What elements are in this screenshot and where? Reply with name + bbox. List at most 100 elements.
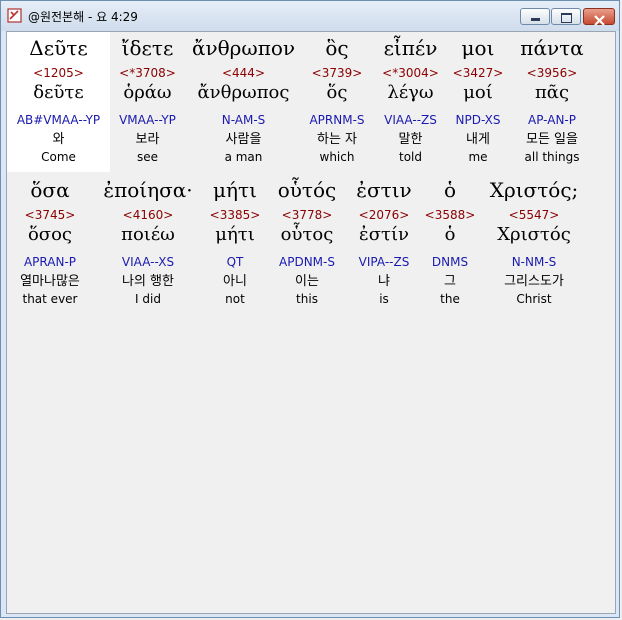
strong-number: <5547> bbox=[508, 208, 560, 222]
lemma: ὁράω bbox=[123, 82, 172, 103]
lemma: ἐστίν bbox=[359, 224, 409, 245]
parsing-code: N-NM-S bbox=[511, 255, 557, 269]
parsing-code: AP-AN-P bbox=[528, 113, 576, 127]
word-cell[interactable]: οὗτός <3778> οὗτος APDNM-S 이는 this bbox=[267, 174, 347, 314]
english-gloss: Come bbox=[41, 150, 76, 164]
greek-word: Χριστός; bbox=[489, 178, 579, 202]
strong-number: <3588> bbox=[424, 208, 476, 222]
word-cell[interactable]: μοι <3427> μοί NPD-XS 내게 me bbox=[449, 32, 507, 172]
korean-gloss: 내게 bbox=[466, 132, 490, 147]
lemma: ὅσος bbox=[27, 224, 73, 245]
english-gloss: I did bbox=[135, 292, 161, 306]
lemma: ποιέω bbox=[121, 224, 175, 245]
english-gloss: see bbox=[136, 150, 159, 164]
english-gloss: a man bbox=[224, 150, 263, 164]
korean-gloss: 열마나많은 bbox=[20, 274, 80, 289]
greek-word: ἴδετε bbox=[121, 36, 174, 60]
word-cell[interactable]: ὃς <3739> ὅς APRNM-S 하는 자 which bbox=[302, 32, 372, 172]
english-gloss: not bbox=[225, 292, 245, 306]
lemma: δεῦτε bbox=[33, 82, 84, 103]
word-cell[interactable]: πάντα <3956> πᾶς AP-AN-P 모든 일을 all thing… bbox=[507, 32, 597, 172]
greek-word: ἐστιν bbox=[356, 178, 412, 202]
english-gloss: Christ bbox=[516, 292, 552, 306]
lemma: ὁ bbox=[444, 224, 456, 245]
word-cell[interactable]: ἐστιν <2076> ἐστίν VIPA--ZS 냐 is bbox=[347, 174, 421, 314]
greek-word: πάντα bbox=[520, 36, 584, 60]
english-gloss: that ever bbox=[22, 292, 78, 306]
word-cell[interactable]: ἐποίησα· <4160> ποιέω VIAA--XS 나의 행한 I d… bbox=[93, 174, 203, 314]
lemma: πᾶς bbox=[534, 82, 570, 103]
word-cell[interactable]: ἴδετε <*3708> ὁράω VMAA--YP 보라 see bbox=[110, 32, 185, 172]
parsing-code: APDNM-S bbox=[279, 255, 335, 269]
english-gloss: is bbox=[379, 292, 389, 306]
word-cell[interactable]: Δεῦτε <1205> δεῦτε AB#VMAA--YP 와 Come bbox=[7, 32, 110, 172]
parsing-code: QT bbox=[226, 255, 244, 269]
word-cell[interactable]: ἄνθρωπον <444> ἄνθρωπος N-AM-S 사람을 a man bbox=[185, 32, 302, 172]
korean-gloss: 모든 일을 bbox=[526, 132, 578, 147]
lemma: Χριστός bbox=[497, 224, 571, 245]
english-gloss: the bbox=[440, 292, 460, 306]
english-gloss: which bbox=[319, 150, 355, 164]
korean-gloss: 그리스도가 bbox=[504, 274, 564, 289]
greek-word: εἶπέν bbox=[383, 36, 438, 60]
minimize-icon bbox=[531, 18, 540, 21]
strong-number: <3956> bbox=[526, 66, 578, 80]
minimize-button[interactable] bbox=[520, 8, 550, 25]
parsing-code: N-AM-S bbox=[221, 113, 266, 127]
korean-gloss: 그 bbox=[444, 274, 456, 289]
word-cell[interactable]: ὅσα <3745> ὅσος APRAN-P 열마나많은 that ever bbox=[7, 174, 93, 314]
interlinear-panel: Δεῦτε <1205> δεῦτε AB#VMAA--YP 와 Come ἴδ… bbox=[6, 31, 616, 614]
greek-word: ὁ bbox=[443, 178, 457, 202]
lemma: ἄνθρωπος bbox=[197, 82, 290, 103]
lemma: μήτι bbox=[215, 224, 255, 245]
korean-gloss: 보라 bbox=[135, 132, 160, 147]
strong-number: <1205> bbox=[33, 66, 84, 80]
word-cell[interactable]: μήτι <3385> μήτι QT 아니 not bbox=[203, 174, 267, 314]
greek-word: ὃς bbox=[325, 36, 349, 60]
window-title: @원전본해 - 요 4:29 bbox=[28, 10, 138, 24]
strong-number: <*3004> bbox=[382, 66, 439, 80]
close-button[interactable] bbox=[583, 8, 615, 26]
lemma: οὗτος bbox=[280, 224, 334, 245]
strong-number: <3778> bbox=[281, 208, 333, 222]
lemma: ὅς bbox=[326, 82, 348, 103]
korean-gloss: 사람을 bbox=[225, 132, 262, 147]
korean-gloss: 하는 자 bbox=[316, 132, 357, 147]
korean-gloss: 아니 bbox=[223, 274, 247, 289]
strong-number: <444> bbox=[221, 66, 265, 80]
greek-word: οὗτός bbox=[277, 178, 337, 202]
greek-word: Δεῦτε bbox=[29, 36, 88, 60]
parsing-code: DNMS bbox=[431, 255, 469, 269]
english-gloss: all things bbox=[524, 150, 580, 164]
lemma: μοί bbox=[463, 82, 493, 103]
parsing-code: NPD-XS bbox=[455, 113, 501, 127]
close-icon bbox=[594, 11, 605, 30]
maximize-icon bbox=[561, 13, 572, 23]
english-gloss: me bbox=[468, 150, 488, 164]
strong-number: <3427> bbox=[452, 66, 504, 80]
korean-gloss: 나의 행한 bbox=[122, 274, 174, 289]
parsing-code: AB#VMAA--YP bbox=[16, 113, 101, 127]
parsing-code: VIPA--ZS bbox=[358, 255, 410, 269]
maximize-button[interactable] bbox=[551, 8, 581, 25]
word-cell[interactable]: ὁ <3588> ὁ DNMS 그 the bbox=[421, 174, 479, 314]
english-gloss: this bbox=[296, 292, 318, 306]
korean-gloss: 와 bbox=[52, 132, 65, 147]
parsing-code: APRAN-P bbox=[23, 255, 77, 269]
greek-word: μοι bbox=[461, 36, 495, 60]
korean-gloss: 냐 bbox=[378, 274, 390, 289]
parsing-code: APRNM-S bbox=[309, 113, 365, 127]
parsing-code: VIAA--XS bbox=[121, 255, 175, 269]
parsing-code: VMAA--YP bbox=[119, 113, 176, 127]
word-cell[interactable]: εἶπέν <*3004> λέγω VIAA--ZS 말한 told bbox=[372, 32, 449, 172]
greek-word: ἄνθρωπον bbox=[191, 36, 296, 60]
greek-word: ἐποίησα· bbox=[103, 178, 193, 202]
greek-word: μήτι bbox=[213, 178, 257, 202]
app-icon bbox=[7, 8, 22, 23]
strong-number: <2076> bbox=[358, 208, 410, 222]
app-window: @원전본해 - 요 4:29 Δεῦτε <1205> δεῦτε AB#VMA… bbox=[0, 0, 620, 618]
word-cell[interactable]: Χριστός; <5547> Χριστός N-NM-S 그리스도가 Chr… bbox=[479, 174, 589, 314]
english-gloss: told bbox=[399, 150, 422, 164]
title-bar[interactable]: @원전본해 - 요 4:29 bbox=[1, 1, 619, 31]
strong-number: <4160> bbox=[122, 208, 174, 222]
